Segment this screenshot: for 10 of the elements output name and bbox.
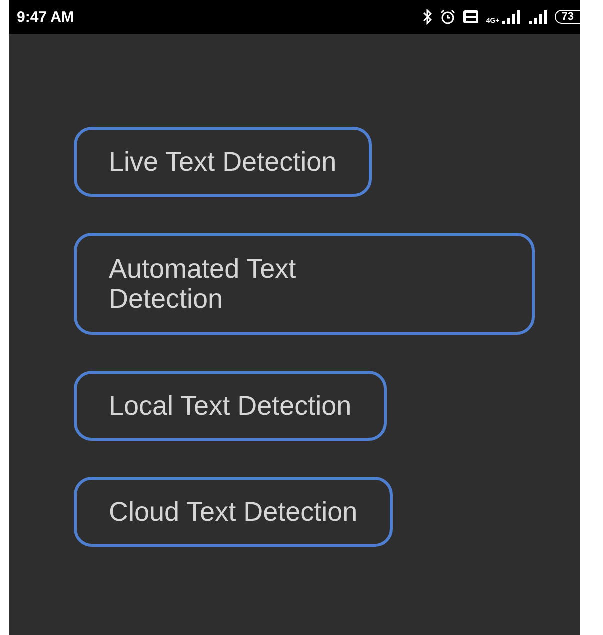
alarm-clock-icon <box>440 9 456 25</box>
battery-level: 73 <box>554 10 580 24</box>
detection-button[interactable]: Live Text Detection <box>74 127 372 197</box>
signal-icon <box>500 10 521 24</box>
signal-icon <box>528 10 548 24</box>
status-time: 9:47 AM <box>17 8 74 26</box>
bluetooth-icon <box>423 9 434 25</box>
detection-button[interactable]: Automated Text Detection <box>74 233 535 335</box>
detection-button[interactable]: Cloud Text Detection <box>74 477 393 547</box>
detection-button[interactable]: Local Text Detection <box>74 371 387 441</box>
